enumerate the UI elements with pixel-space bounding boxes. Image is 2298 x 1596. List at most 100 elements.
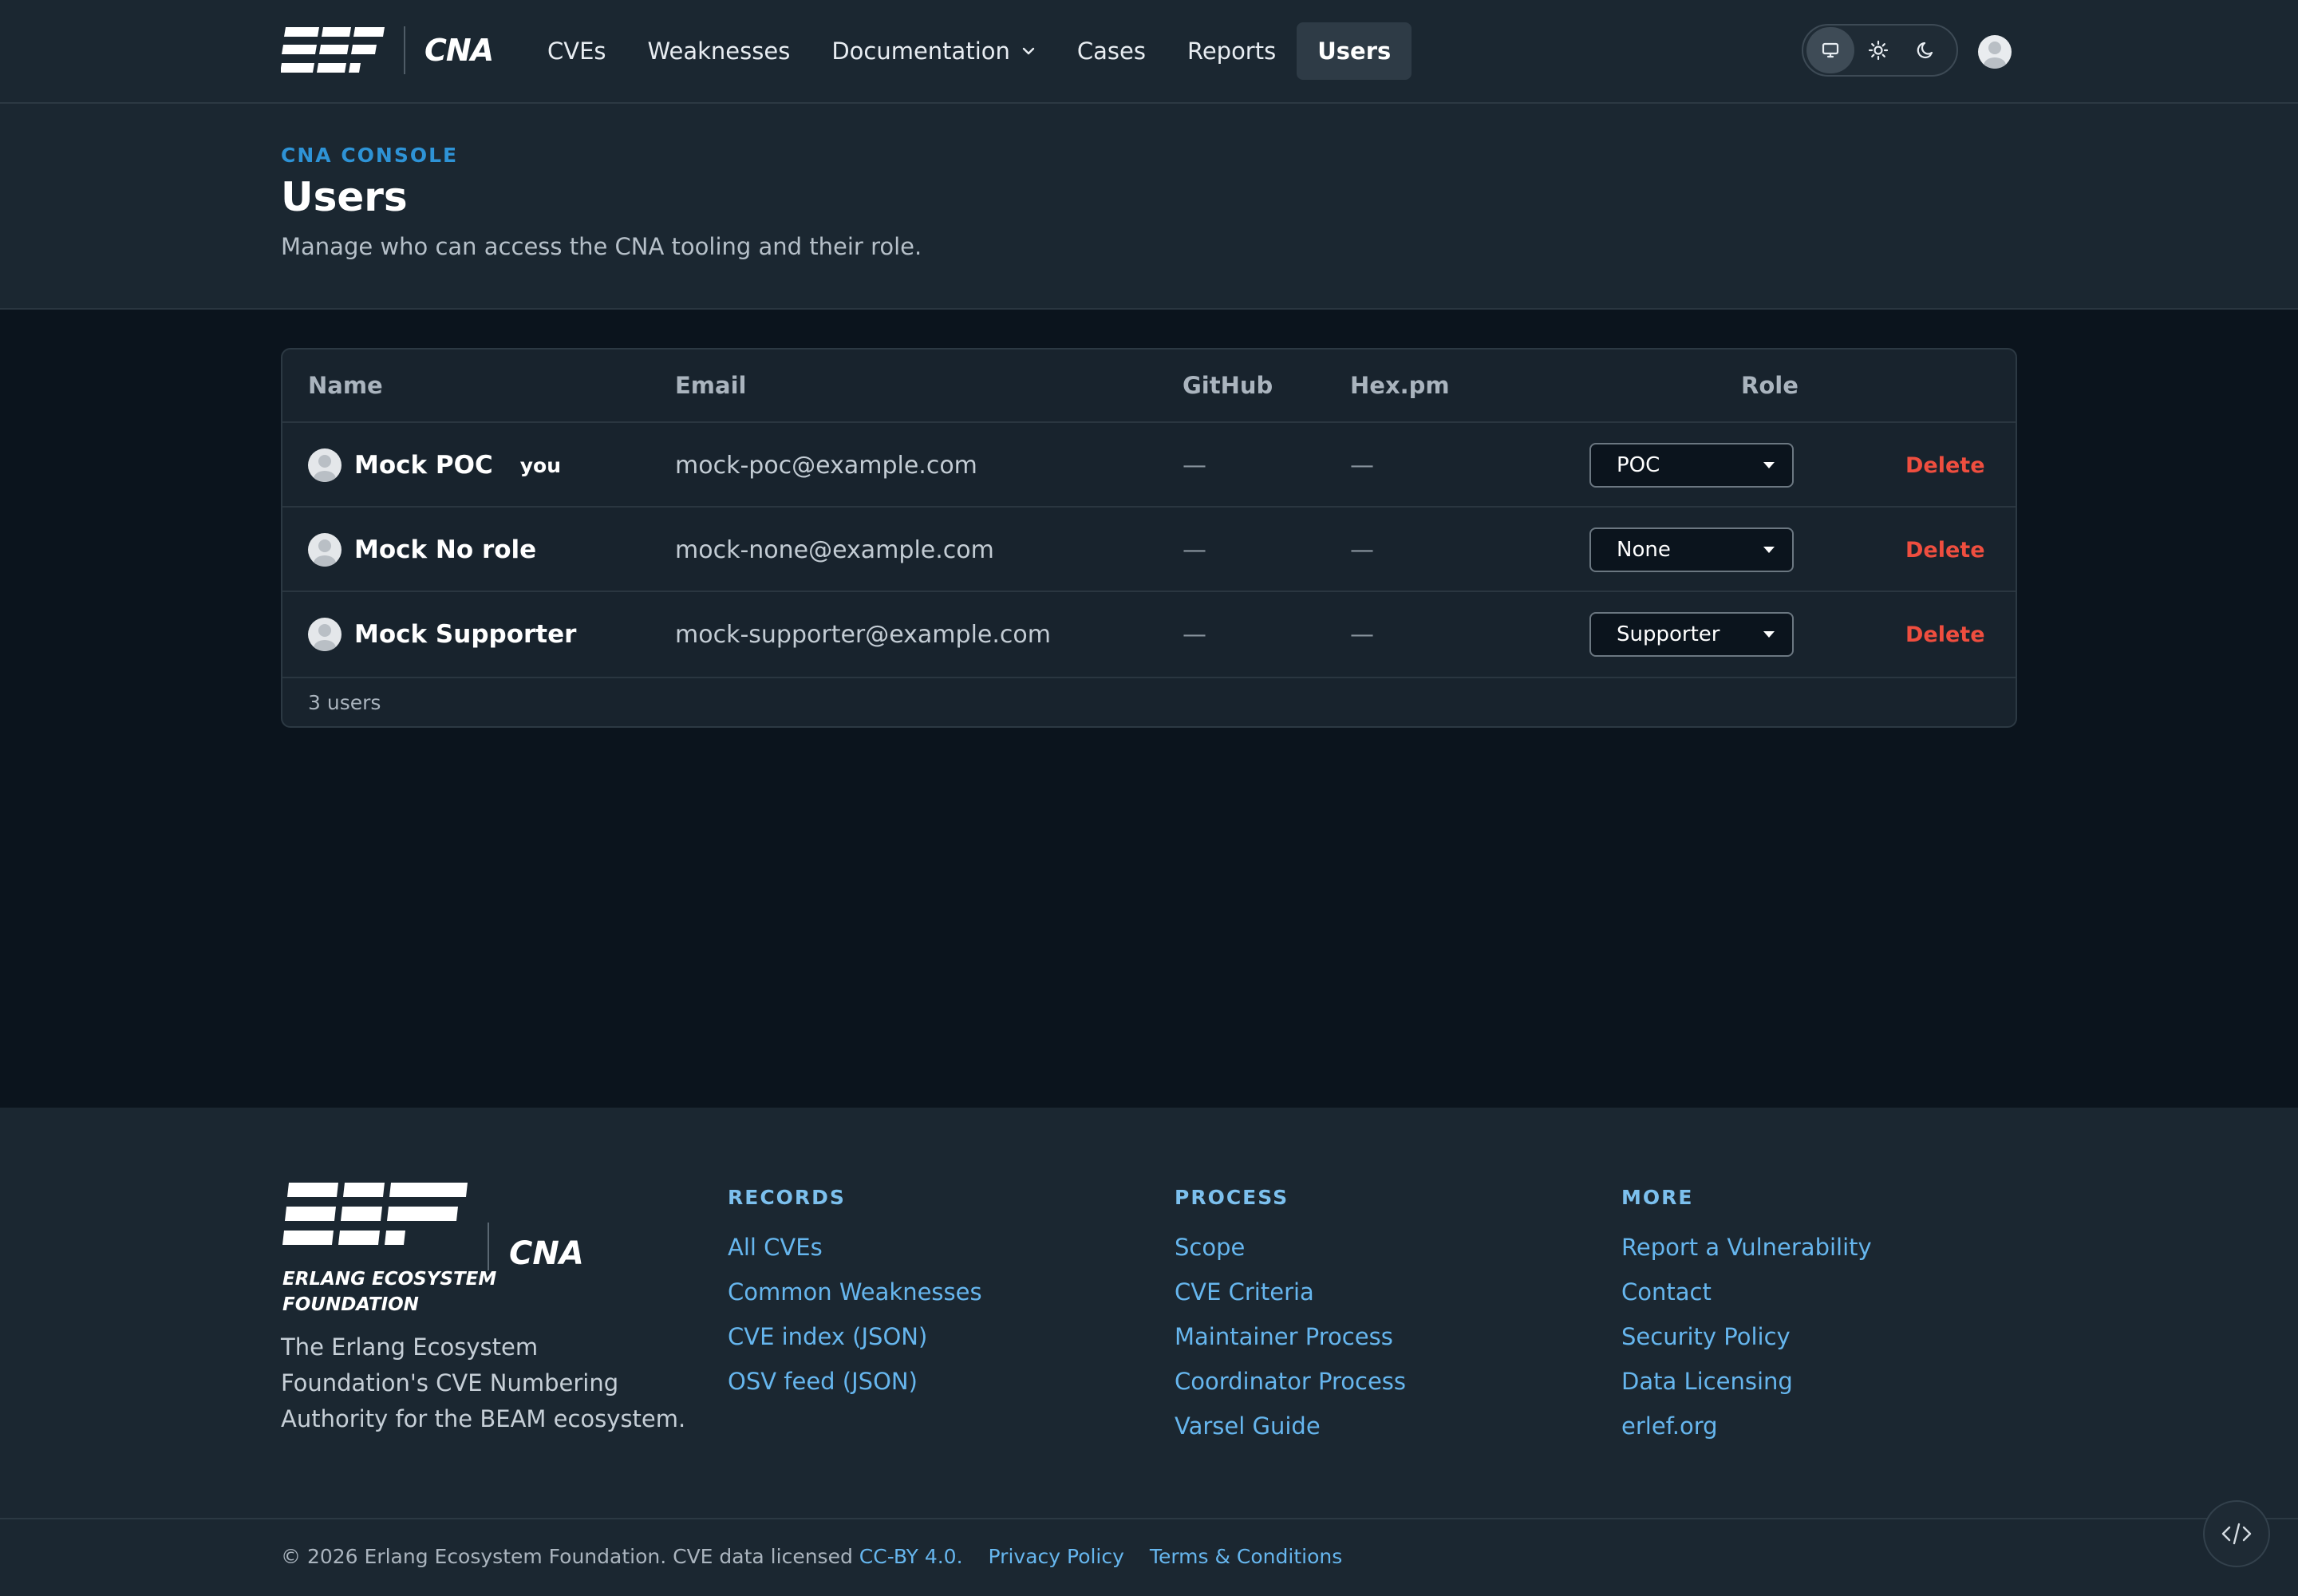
- column-header-role: Role: [1741, 372, 1799, 399]
- nav-item-users[interactable]: Users: [1297, 22, 1412, 80]
- role-select-value: None: [1617, 538, 1671, 562]
- role-select[interactable]: POC: [1589, 443, 1794, 488]
- users-table: Name Email GitHub Hex.pm Role Mock POC y…: [281, 348, 2017, 728]
- footer-link-varsel-guide[interactable]: Varsel Guide: [1175, 1404, 1406, 1448]
- footer-divider: [0, 1518, 2298, 1519]
- user-cell: Mock POC you: [308, 423, 561, 508]
- theme-dark-button[interactable]: [1902, 27, 1950, 73]
- user-name: Mock POC: [354, 451, 493, 480]
- footer-link-coordinator-process[interactable]: Coordinator Process: [1175, 1359, 1406, 1404]
- user-hexpm: —: [1350, 535, 1374, 564]
- avatar: [308, 533, 342, 567]
- role-select-value: POC: [1617, 453, 1660, 477]
- footer-logo-text-2: FOUNDATION: [282, 1294, 419, 1315]
- footer-column-process: PROCESS Scope CVE Criteria Maintainer Pr…: [1175, 1186, 1406, 1448]
- footer-link-contact[interactable]: Contact: [1621, 1270, 1872, 1314]
- theme-light-button[interactable]: [1854, 27, 1902, 73]
- user-hexpm: —: [1350, 451, 1374, 480]
- page-eyebrow: CNA CONSOLE: [281, 144, 459, 167]
- user-github: —: [1183, 620, 1206, 649]
- column-header-hexpm: Hex.pm: [1350, 372, 1450, 399]
- footer-tagline: The Erlang Ecosystem Foundation's CVE Nu…: [281, 1333, 686, 1432]
- table-row: Mock Supporter mock-supporter@example.co…: [282, 591, 2016, 677]
- monitor-icon: [1822, 42, 1839, 58]
- nav-item-weaknesses[interactable]: Weaknesses: [627, 22, 811, 80]
- footer-link-all-cves[interactable]: All CVEs: [728, 1225, 982, 1270]
- role-select[interactable]: Supporter: [1589, 612, 1794, 657]
- user-cell: Mock Supporter: [308, 592, 576, 677]
- top-navbar: CNA CVEs Weaknesses Documentation Cases …: [0, 0, 2298, 104]
- table-footer: 3 users: [282, 677, 2016, 728]
- caret-down-icon: [1763, 631, 1775, 638]
- moon-icon: [1917, 41, 1933, 59]
- brand-cna-text: CNA: [424, 33, 494, 68]
- user-name: Mock No role: [354, 535, 537, 564]
- delete-button[interactable]: Delete: [1905, 622, 1985, 647]
- user-email: mock-supporter@example.com: [675, 620, 1051, 649]
- table-row: Mock POC you mock-poc@example.com — — PO…: [282, 421, 2016, 508]
- page-description: Manage who can access the CNA tooling an…: [281, 233, 922, 260]
- role-cell: None: [1589, 508, 1794, 592]
- role-select[interactable]: None: [1589, 527, 1794, 572]
- you-badge: you: [519, 453, 562, 477]
- sun-icon: [1868, 40, 1889, 61]
- nav-item-cves[interactable]: CVEs: [527, 22, 627, 80]
- copyright-text: © 2026 Erlang Ecosystem Foundation. CVE …: [281, 1545, 859, 1568]
- nav-item-reports[interactable]: Reports: [1167, 22, 1297, 80]
- footer-link-maintainer-process[interactable]: Maintainer Process: [1175, 1314, 1406, 1359]
- footer-link-data-licensing[interactable]: Data Licensing: [1621, 1359, 1872, 1404]
- column-header-github: GitHub: [1183, 372, 1273, 399]
- footer-link-security-policy[interactable]: Security Policy: [1621, 1314, 1872, 1359]
- code-icon: [2221, 1523, 2252, 1545]
- avatar: [308, 618, 342, 651]
- user-avatar-icon: [314, 455, 336, 482]
- user-hexpm: —: [1350, 620, 1374, 649]
- user-avatar-button[interactable]: [1978, 35, 2012, 69]
- footer-link-erlef[interactable]: erlef.org: [1621, 1404, 1872, 1448]
- footer-logo-cna: CNA: [509, 1235, 584, 1272]
- user-avatar-icon: [314, 539, 336, 567]
- nav-item-cases[interactable]: Cases: [1056, 22, 1167, 80]
- user-github: —: [1183, 535, 1206, 564]
- user-github: —: [1183, 451, 1206, 480]
- user-count: 3 users: [308, 691, 381, 714]
- user-cell: Mock No role: [308, 508, 536, 592]
- user-email: mock-poc@example.com: [675, 451, 977, 480]
- column-header-email: Email: [675, 372, 747, 399]
- theme-toggle: [1802, 24, 1958, 77]
- footer-heading: RECORDS: [728, 1186, 846, 1209]
- chevron-down-icon: [1022, 47, 1035, 55]
- nav-item-documentation[interactable]: Documentation: [811, 22, 1056, 80]
- privacy-policy-link[interactable]: Privacy Policy: [989, 1545, 1124, 1568]
- delete-button[interactable]: Delete: [1905, 453, 1985, 478]
- delete-cell: Delete: [1905, 508, 1985, 592]
- home-link[interactable]: CNA: [281, 26, 494, 74]
- main-nav: CVEs Weaknesses Documentation Cases Repo…: [527, 22, 1412, 80]
- footer-heading: MORE: [1621, 1186, 1694, 1209]
- table-row: Mock No role mock-none@example.com — — N…: [282, 506, 2016, 592]
- user-name: Mock Supporter: [354, 620, 577, 649]
- footer-heading: PROCESS: [1175, 1186, 1289, 1209]
- terms-link[interactable]: Terms & Conditions: [1150, 1545, 1342, 1568]
- footer-link-common-weaknesses[interactable]: Common Weaknesses: [728, 1270, 982, 1314]
- delete-cell: Delete: [1905, 423, 1985, 508]
- eef-logo: [281, 27, 385, 73]
- footer-link-scope[interactable]: Scope: [1175, 1225, 1406, 1270]
- delete-button[interactable]: Delete: [1905, 538, 1985, 563]
- user-avatar-icon: [314, 624, 336, 651]
- theme-system-button[interactable]: [1806, 27, 1854, 73]
- footer-link-report-vulnerability[interactable]: Report a Vulnerability: [1621, 1225, 1872, 1270]
- column-header-name: Name: [308, 372, 383, 399]
- user-avatar-icon: [1984, 41, 2006, 69]
- footer-logo-text-1: ERLANG ECOSYSTEM: [282, 1269, 496, 1290]
- role-cell: POC: [1589, 423, 1794, 508]
- role-select-value: Supporter: [1617, 622, 1720, 646]
- avatar: [308, 448, 342, 482]
- footer-link-cve-criteria[interactable]: CVE Criteria: [1175, 1270, 1406, 1314]
- footer-link-osv-feed[interactable]: OSV feed (JSON): [728, 1359, 982, 1404]
- page-title: Users: [281, 174, 408, 220]
- footer-link-cve-index[interactable]: CVE index (JSON): [728, 1314, 982, 1359]
- delete-cell: Delete: [1905, 592, 1985, 677]
- view-source-button[interactable]: [2203, 1500, 2270, 1567]
- license-link[interactable]: CC-BY 4.0: [859, 1545, 957, 1568]
